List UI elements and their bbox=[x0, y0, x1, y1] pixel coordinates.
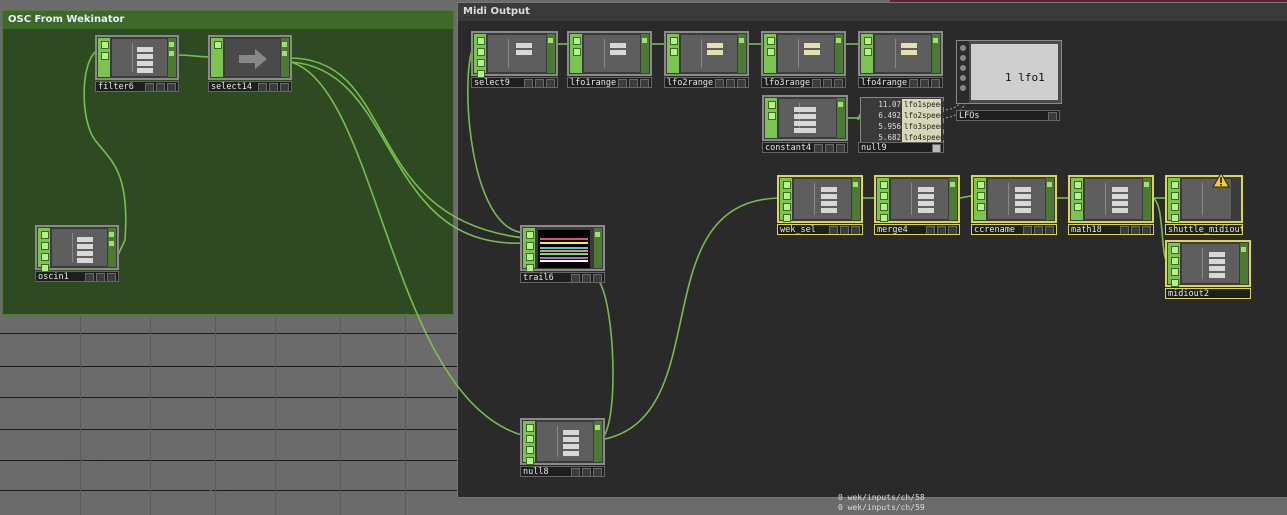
node-lfo3range[interactable]: lfo3range bbox=[761, 31, 846, 89]
grid-line bbox=[275, 316, 276, 515]
node-select14[interactable]: select14 bbox=[208, 35, 292, 93]
node-label: ccrename bbox=[971, 224, 1057, 235]
node-ccrename[interactable]: ccrename bbox=[971, 175, 1057, 236]
lfos-component[interactable]: 1 lfo1 bbox=[956, 40, 1062, 104]
node-select9[interactable]: select9 bbox=[471, 31, 558, 89]
node-label: oscin1 bbox=[35, 271, 119, 282]
node-label: lfo2range bbox=[664, 77, 749, 88]
node-label: lfo4range bbox=[858, 77, 943, 88]
node-label: merge4 bbox=[874, 224, 960, 235]
node-label: null8 bbox=[520, 466, 605, 477]
node-constant4[interactable]: constant4 bbox=[762, 95, 848, 154]
osc-component-title: OSC From Wekinator bbox=[3, 11, 453, 29]
node-label: midiout2 bbox=[1165, 288, 1251, 299]
node-oscin1[interactable]: oscin1 bbox=[35, 225, 119, 283]
node-wek-sel[interactable]: wek_sel bbox=[777, 175, 863, 236]
node-filter6[interactable]: filter6 bbox=[95, 35, 179, 93]
node-label: select9 bbox=[471, 77, 558, 88]
node-label: select14 bbox=[208, 81, 292, 92]
lfos-display: 1 lfo1 bbox=[1005, 71, 1045, 84]
warning-icon[interactable] bbox=[1212, 172, 1230, 188]
arrow-icon bbox=[239, 49, 267, 69]
node-lfo1range[interactable]: lfo1range bbox=[567, 31, 652, 89]
node-label: null9 bbox=[858, 142, 944, 153]
node-lfo2range[interactable]: lfo2range bbox=[664, 31, 749, 89]
grid-line bbox=[340, 316, 341, 515]
node-label: wek_sel bbox=[777, 224, 863, 235]
grid-line bbox=[405, 316, 406, 515]
grid-line bbox=[0, 397, 460, 398]
grid-line bbox=[150, 316, 151, 515]
grid-line bbox=[0, 490, 460, 491]
node-merge4[interactable]: merge4 bbox=[874, 175, 960, 236]
null9-row: 5.956 lfo3speed bbox=[878, 121, 945, 132]
node-lfos[interactable]: LFOs bbox=[956, 110, 1060, 122]
node-label: filter6 bbox=[95, 81, 179, 92]
node-label: LFOs bbox=[956, 110, 1060, 121]
node-label: lfo3range bbox=[761, 77, 846, 88]
grid-line bbox=[0, 460, 460, 461]
status-line: 0 wek/inputs/ch/58 bbox=[838, 493, 925, 502]
node-null9[interactable]: null9 bbox=[858, 142, 944, 154]
node-label: shuttle_midiout bbox=[1165, 224, 1243, 235]
node-label: constant4 bbox=[762, 142, 848, 153]
grid-line bbox=[80, 316, 81, 515]
trail-viewer bbox=[538, 230, 590, 268]
node-trail6[interactable]: trail6 bbox=[520, 225, 605, 283]
node-label: lfo1range bbox=[567, 77, 652, 88]
null9-row: 11.07 lfo1speed bbox=[878, 99, 945, 110]
grid-line bbox=[0, 366, 460, 367]
node-lfo4range[interactable]: lfo4range bbox=[858, 31, 943, 89]
node-math18[interactable]: math18 bbox=[1068, 175, 1154, 236]
node-label: trail6 bbox=[520, 272, 605, 283]
node-label: math18 bbox=[1068, 224, 1154, 235]
midi-output-title: Midi Output bbox=[458, 3, 1287, 21]
node-null8[interactable]: null8 bbox=[520, 418, 605, 478]
null9-values-panel: 11.07 lfo1speed 6.492 lfo2speed 5.956 lfo3s… bbox=[860, 97, 945, 143]
grid-line bbox=[215, 316, 216, 515]
grid-line bbox=[0, 429, 460, 430]
lfos-sidebar bbox=[957, 41, 969, 103]
grid-line bbox=[0, 333, 460, 334]
status-line: 0 wek/inputs/ch/59 bbox=[838, 503, 925, 512]
node-shuttle-midiout[interactable]: shuttle_midiout bbox=[1165, 175, 1243, 236]
null9-row: 6.492 lfo2speed bbox=[878, 110, 945, 121]
node-midiout2[interactable]: midiout2 bbox=[1165, 240, 1251, 300]
